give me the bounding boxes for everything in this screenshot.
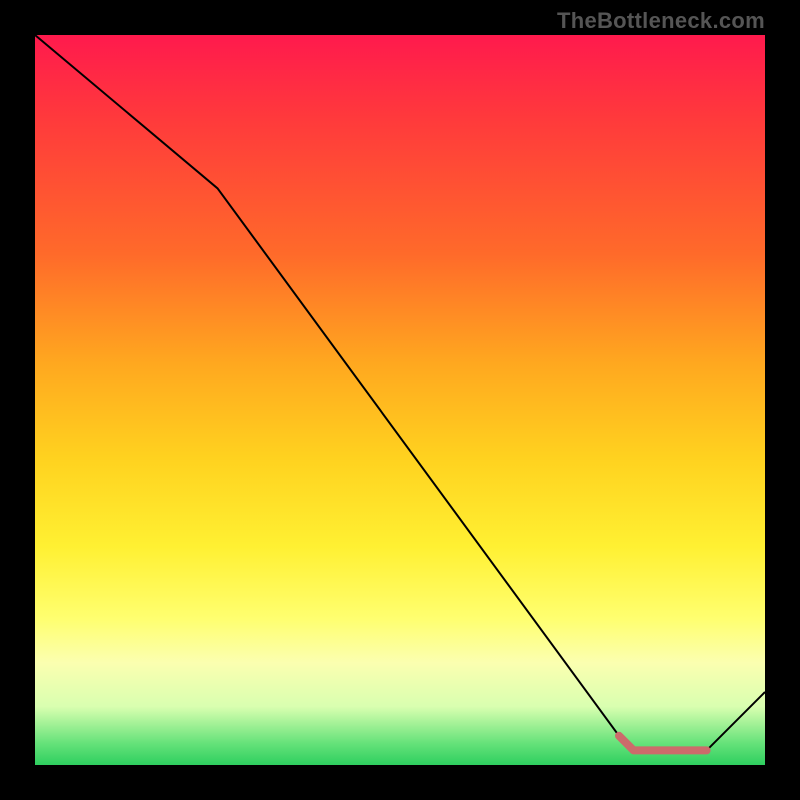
chart-svg (35, 35, 765, 765)
chart-frame: TheBottleneck.com (0, 0, 800, 800)
watermark-text: TheBottleneck.com (557, 8, 765, 34)
highlight-segment (619, 736, 707, 751)
main-curve-line (35, 35, 765, 750)
